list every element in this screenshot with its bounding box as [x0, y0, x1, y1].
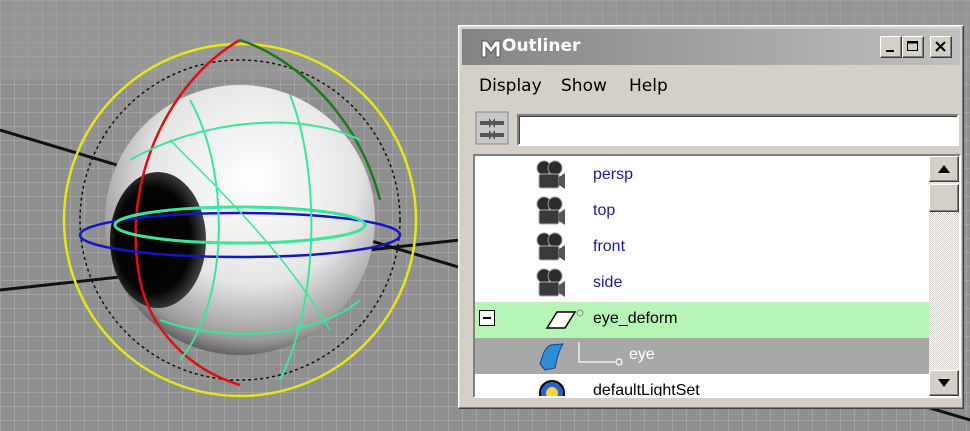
outliner-row-label: eye — [629, 346, 655, 363]
outliner-row-front[interactable]: front — [475, 230, 931, 266]
maximize-button[interactable] — [902, 36, 924, 58]
nurbs-surface-icon — [539, 343, 564, 371]
deformer-icon — [545, 311, 577, 329]
menu-help[interactable]: Help — [629, 76, 668, 96]
outliner-row-defaultlightset[interactable]: defaultLightSet — [475, 374, 931, 398]
minimize-icon — [886, 50, 894, 52]
window-title: Outliner — [502, 36, 581, 56]
maximize-icon — [907, 41, 918, 51]
arrow-down-icon — [938, 379, 950, 387]
outliner-list[interactable]: persp top front side eye_deform eye defa… — [473, 154, 961, 398]
scroll-down-button[interactable] — [929, 370, 959, 396]
minimize-button[interactable] — [880, 36, 902, 58]
close-icon — [935, 41, 946, 52]
menu-show[interactable]: Show — [561, 76, 607, 96]
outliner-window[interactable]: Outliner Display Show Help persp top fro… — [458, 25, 964, 409]
camera-icon — [536, 160, 565, 189]
node-connector-icon — [576, 309, 584, 317]
title-bar[interactable]: Outliner — [462, 29, 960, 65]
outliner-row-label: defaultLightSet — [593, 382, 700, 398]
maya-logo-icon — [481, 40, 501, 58]
outliner-row-label: eye_deform — [593, 310, 678, 327]
camera-icon — [536, 232, 565, 261]
outliner-row-side[interactable]: side — [475, 266, 931, 302]
outliner-row-persp[interactable]: persp — [475, 158, 931, 194]
scroll-up-button[interactable] — [929, 156, 959, 182]
camera-icon — [536, 196, 565, 225]
vertical-scrollbar[interactable] — [929, 156, 959, 396]
light-set-icon — [539, 380, 565, 396]
filter-field[interactable] — [517, 114, 959, 146]
outliner-row-eye-deform[interactable]: eye_deform — [475, 302, 931, 338]
outliner-row-label: top — [593, 202, 616, 219]
outliner-row-label: side — [593, 274, 623, 291]
collapse-toggle[interactable] — [479, 310, 495, 326]
scroll-thumb[interactable] — [929, 184, 959, 212]
camera-icon — [536, 268, 565, 297]
outliner-row-label: persp — [593, 166, 634, 183]
close-button[interactable] — [930, 36, 952, 58]
outliner-row-label: front — [593, 238, 626, 255]
filter-icon[interactable] — [475, 111, 509, 145]
outliner-row-top[interactable]: top — [475, 194, 931, 230]
outliner-row-eye[interactable]: eye — [475, 338, 931, 374]
hierarchy-connector-icon — [578, 342, 623, 366]
arrow-up-icon — [938, 165, 950, 173]
menu-display[interactable]: Display — [479, 76, 542, 96]
